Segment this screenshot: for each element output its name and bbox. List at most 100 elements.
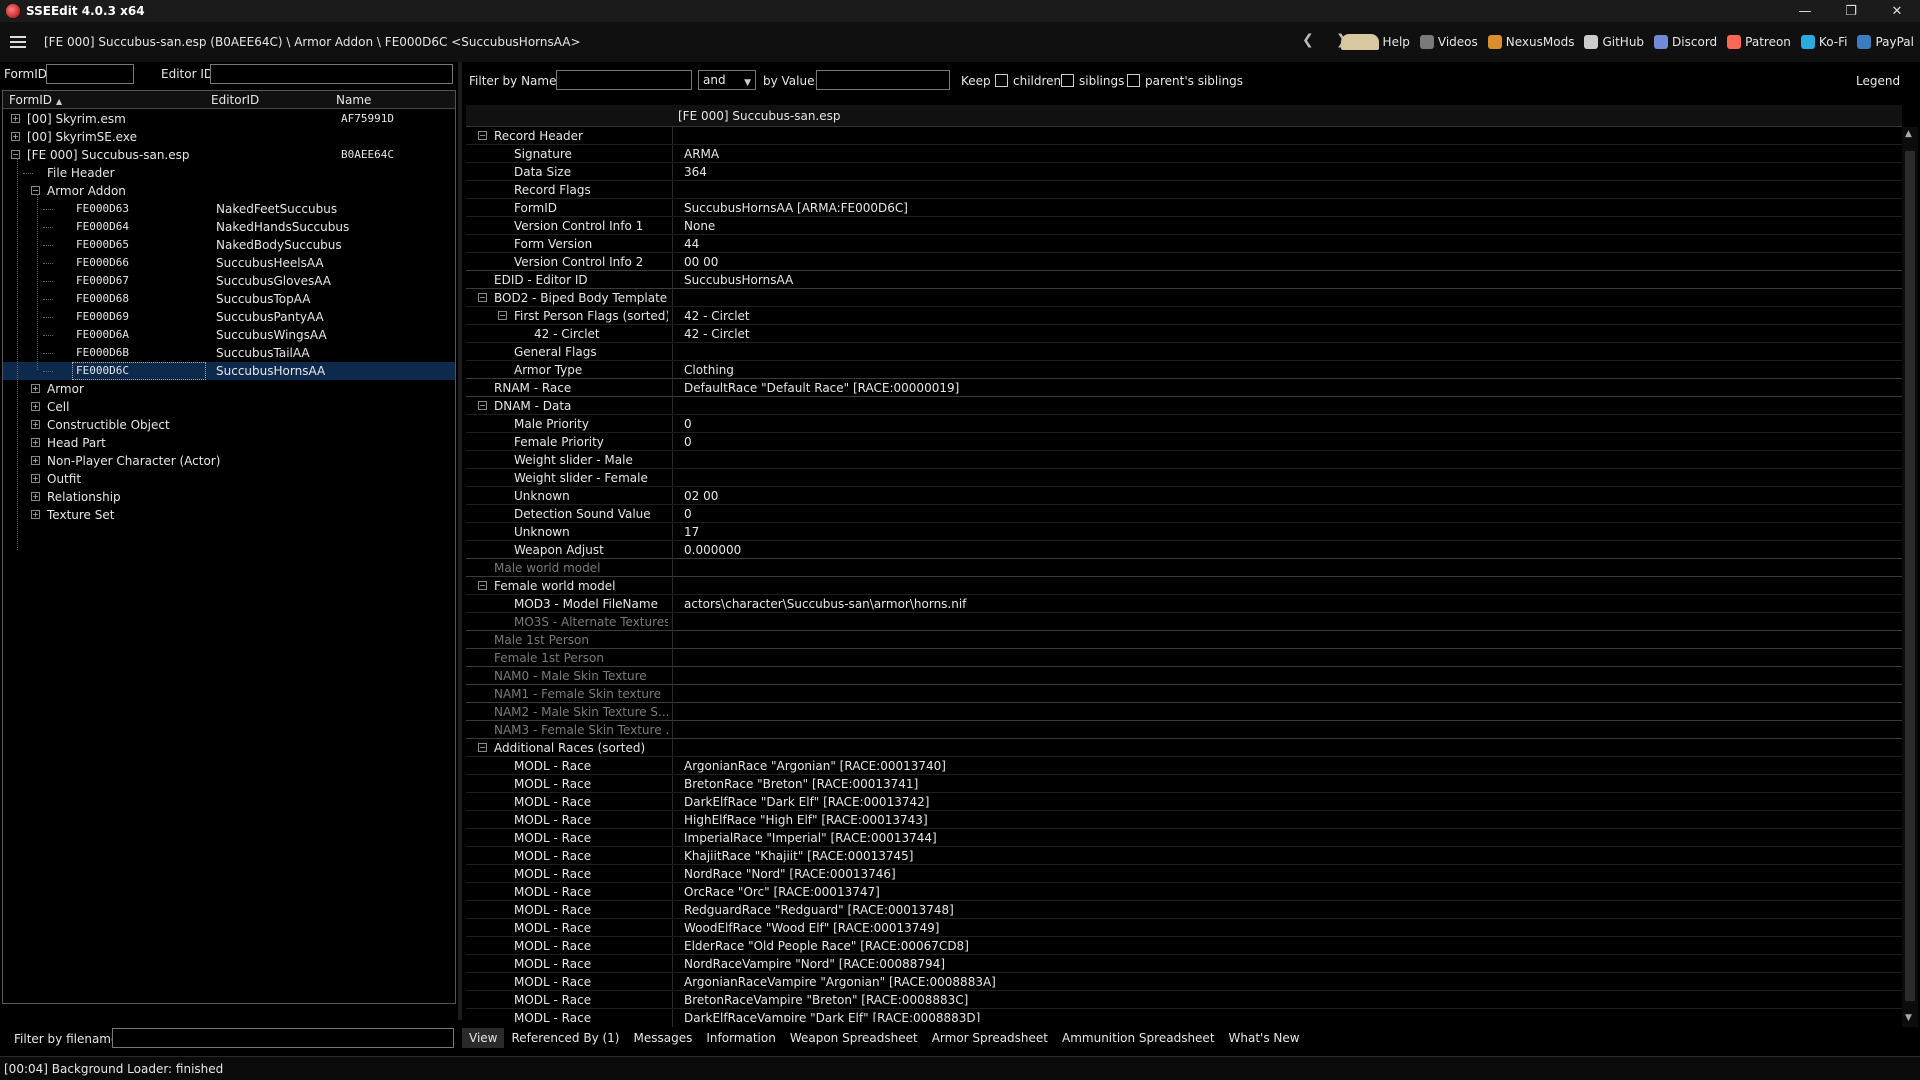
record-row[interactable]: EDID - Editor ID SuccubusHornsAA — [466, 271, 1902, 289]
record-field-value[interactable]: NordRaceVampire "Nord" [RACE:00088794] — [684, 957, 945, 971]
record-row[interactable]: MODL - Race BretonRaceVampire "Breton" [R… — [466, 991, 1902, 1009]
legend-button[interactable]: Legend — [1856, 74, 1900, 88]
record-field-value[interactable]: ARMA — [684, 147, 719, 161]
tree-node[interactable]: + Texture Set — [3, 506, 455, 524]
record-row[interactable]: Unknown 17 — [466, 523, 1902, 541]
record-field-value[interactable]: ImperialRace "Imperial" [RACE:00013744] — [684, 831, 937, 845]
expand-icon[interactable]: + — [11, 114, 20, 123]
record-row[interactable]: MODL - Race KhajiitRace "Khajiit" [RACE:0… — [466, 847, 1902, 865]
record-field-value[interactable]: NordRace "Nord" [RACE:00013746] — [684, 867, 896, 881]
record-row[interactable]: Version Control Info 2 00 00 — [466, 253, 1902, 271]
link-github[interactable]: GitHub — [1584, 35, 1644, 49]
record-row[interactable]: MODL - Race NordRaceVampire "Nord" [RACE:… — [466, 955, 1902, 973]
record-field-value[interactable]: ArgonianRace "Argonian" [RACE:00013740] — [684, 759, 946, 773]
collapse-icon[interactable]: − — [31, 186, 40, 195]
record-field-value[interactable]: 17 — [684, 525, 699, 539]
parents-siblings-checkbox[interactable] — [1127, 74, 1140, 87]
record-row[interactable]: − Record Header — [466, 127, 1902, 145]
record-tree[interactable]: FormID ▲ EditorID Name + [00] Skyrim.esm AF… — [2, 90, 456, 1004]
tab-armor-spreadsheet[interactable]: Armor Spreadsheet — [925, 1028, 1055, 1048]
hamburger-menu-icon[interactable] — [10, 36, 26, 48]
collapse-icon[interactable]: − — [11, 150, 20, 159]
filter-value-input[interactable] — [816, 70, 950, 90]
record-row[interactable]: MODL - Race ImperialRace "Imperial" [RACE… — [466, 829, 1902, 847]
record-row[interactable]: − DNAM - Data — [466, 397, 1902, 415]
record-row[interactable]: Signature ARMA — [466, 145, 1902, 163]
link-ko-fi[interactable]: Ko-Fi — [1800, 35, 1847, 49]
record-field-value[interactable]: 42 - Circlet — [684, 327, 750, 341]
formid-input[interactable] — [46, 64, 134, 84]
siblings-checkbox[interactable] — [1061, 74, 1074, 87]
record-field-value[interactable]: SuccubusHornsAA [ARMA:FE000D6C] — [684, 201, 908, 215]
record-grid[interactable]: [FE 000] Succubus-san.esp − Record Header… — [466, 105, 1918, 1080]
expand-icon[interactable]: + — [31, 510, 40, 519]
tab-what-s-new[interactable]: What's New — [1222, 1028, 1307, 1048]
tree-node[interactable]: File Header — [3, 164, 455, 182]
link-paypal[interactable]: PayPal — [1857, 35, 1914, 49]
record-field-value[interactable]: 0 — [684, 417, 692, 431]
filter-name-input[interactable] — [556, 70, 692, 90]
expand-icon[interactable]: + — [31, 456, 40, 465]
record-row[interactable]: Female Priority 0 — [466, 433, 1902, 451]
record-row[interactable]: MODL - Race RedguardRace "Redguard" [RACE… — [466, 901, 1902, 919]
tab-information[interactable]: Information — [699, 1028, 782, 1048]
record-row[interactable]: MODL - Race HighElfRace "High Elf" [RACE:… — [466, 811, 1902, 829]
tab-referenced-by-1[interactable]: Referenced By (1) — [504, 1028, 626, 1048]
close-button[interactable]: ✕ — [1874, 0, 1920, 22]
expand-icon[interactable]: + — [31, 474, 40, 483]
record-row[interactable]: MODL - Race BretonRace "Breton" [RACE:000… — [466, 775, 1902, 793]
tree-node[interactable]: + [00] Skyrim.esm AF75991D — [3, 110, 455, 128]
record-field-value[interactable]: WoodElfRace "Wood Elf" [RACE:00013749] — [684, 921, 939, 935]
record-row[interactable]: − Female world model — [466, 577, 1902, 595]
record-row[interactable]: Weight slider - Female — [466, 469, 1902, 487]
record-field-value[interactable]: DefaultRace "Default Race" [RACE:0000001… — [684, 381, 959, 395]
record-row[interactable]: NAM0 - Male Skin Texture — [466, 667, 1902, 685]
record-row[interactable]: Weapon Adjust 0.000000 — [466, 541, 1902, 559]
record-row[interactable]: Male Priority 0 — [466, 415, 1902, 433]
record-field-value[interactable]: BretonRace "Breton" [RACE:00013741] — [684, 777, 918, 791]
record-row[interactable]: MODL - Race ArgonianRace "Argonian" [RACE… — [466, 757, 1902, 775]
tree-node[interactable]: + Armor — [3, 380, 455, 398]
record-row[interactable]: FormID SuccubusHornsAA [ARMA:FE000D6C] — [466, 199, 1902, 217]
record-row[interactable]: MODL - Race WoodElfRace "Wood Elf" [RACE:… — [466, 919, 1902, 937]
tab-view[interactable]: View — [462, 1028, 505, 1048]
record-field-value[interactable]: SuccubusHornsAA — [684, 273, 793, 287]
record-row[interactable]: − BOD2 - Biped Body Template — [466, 289, 1902, 307]
tree-node[interactable]: FE000D6C SuccubusHornsAA — [3, 362, 455, 380]
record-field-value[interactable]: DarkElfRace "Dark Elf" [RACE:00013742] — [684, 795, 929, 809]
tree-node[interactable]: FE000D69 SuccubusPantyAA — [3, 308, 455, 326]
link-discord[interactable]: Discord — [1654, 35, 1717, 49]
record-field-value[interactable]: 00 00 — [684, 255, 718, 269]
record-field-value[interactable]: KhajiitRace "Khajiit" [RACE:00013745] — [684, 849, 913, 863]
record-row[interactable]: MODL - Race NordRace "Nord" [RACE:0001374… — [466, 865, 1902, 883]
vertical-scrollbar[interactable]: ▲ ▼ — [1902, 127, 1918, 1027]
record-row[interactable]: Version Control Info 1 None — [466, 217, 1902, 235]
record-field-value[interactable]: 0 — [684, 435, 692, 449]
children-checkbox[interactable] — [995, 74, 1008, 87]
link-patreon[interactable]: Patreon — [1727, 35, 1791, 49]
record-row[interactable]: NAM2 - Male Skin Texture S... — [466, 703, 1902, 721]
record-field-value[interactable]: 0 — [684, 507, 692, 521]
restore-button[interactable]: ❐ — [1828, 0, 1874, 22]
record-row[interactable]: General Flags — [466, 343, 1902, 361]
collapse-icon[interactable]: − — [498, 311, 507, 320]
tree-node[interactable]: FE000D6B SuccubusTailAA — [3, 344, 455, 362]
record-row[interactable]: Female 1st Person — [466, 649, 1902, 667]
tree-node[interactable]: − Armor Addon — [3, 182, 455, 200]
record-row[interactable]: 42 - Circlet 42 - Circlet — [466, 325, 1902, 343]
record-row[interactable]: Male world model — [466, 559, 1902, 577]
collapse-icon[interactable]: − — [478, 131, 487, 140]
filter-operator-select[interactable]: and ▼ — [698, 70, 756, 90]
column-formid[interactable]: FormID ▲ — [9, 93, 62, 107]
editorid-input[interactable] — [210, 64, 453, 84]
record-row[interactable]: MOD3 - Model FileName actors\character\Su… — [466, 595, 1902, 613]
column-name[interactable]: Name — [336, 93, 371, 107]
column-editorid[interactable]: EditorID — [211, 93, 259, 107]
record-field-value[interactable]: actors\character\Succubus-san\armor\horn… — [684, 597, 966, 611]
record-field-value[interactable]: 02 00 — [684, 489, 718, 503]
record-row[interactable]: RNAM - Race DefaultRace "Default Race" [R… — [466, 379, 1902, 397]
record-field-value[interactable]: ElderRace "Old People Race" [RACE:00067C… — [684, 939, 969, 953]
record-row[interactable]: MODL - Race ElderRace "Old People Race" [… — [466, 937, 1902, 955]
record-row[interactable]: Form Version 44 — [466, 235, 1902, 253]
expand-icon[interactable]: + — [31, 438, 40, 447]
